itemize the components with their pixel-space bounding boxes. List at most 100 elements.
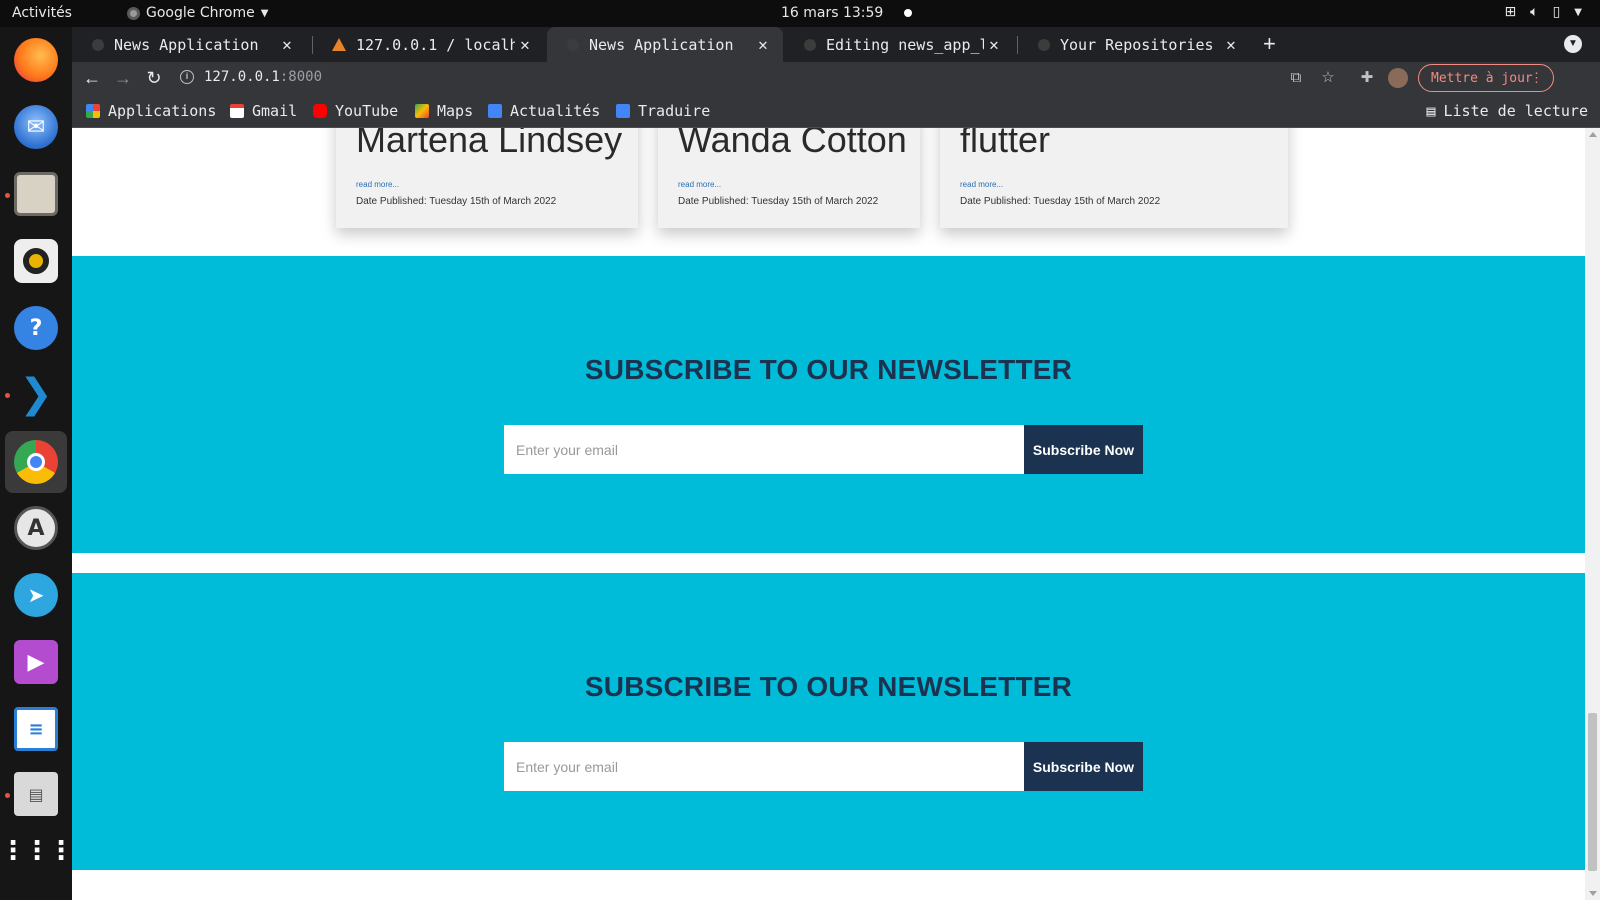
bookmark-gmail[interactable]: Gmail [230,102,297,120]
phpmyadmin-icon [332,38,346,51]
bookmark-youtube[interactable]: YouTube [313,102,398,120]
tab-title: 127.0.0.1 / localho [356,35,515,54]
news-card[interactable]: Martena Lindsey read more... Date Publis… [336,128,638,228]
gmail-icon [230,104,244,118]
bookmark-label: Maps [437,102,474,120]
dock-item-help[interactable]: ? [12,304,60,352]
news-card-title: Wanda Cotton [678,128,907,160]
read-more-link[interactable]: read more... [960,180,1003,189]
subscribe-button[interactable]: Subscribe Now [1024,742,1143,791]
url-port: :8000 [279,69,323,85]
scrollbar-thumb[interactable] [1588,713,1597,871]
bookmark-maps[interactable]: Maps [415,102,473,120]
tab-phpmyadmin[interactable]: 127.0.0.1 / localho ✕ [312,27,545,62]
update-button-label: Mettre à jour [1431,70,1533,86]
dock-item-document-viewer[interactable]: ▤ [12,770,60,818]
close-icon[interactable]: ✕ [984,35,1004,54]
github-icon [804,38,816,51]
email-input[interactable]: Enter your email [504,425,1024,474]
dock-item-software[interactable]: A [12,504,60,552]
volume-icon: 🔈︎ [1530,4,1539,20]
dock-item-firefox[interactable] [12,36,60,84]
close-icon[interactable]: ✕ [753,35,773,54]
news-card[interactable]: Wanda Cotton read more... Date Published… [658,128,920,228]
bookmark-star-icon[interactable]: ☆ [1319,69,1337,87]
tab-strip: News Application ✕ 127.0.0.1 / localho ✕… [72,27,1600,62]
dock-item-videos[interactable]: ▶ [12,638,60,686]
back-button[interactable]: ← [80,66,104,90]
tab-title: Editing news_app_la [826,35,984,54]
dock-item-files[interactable] [12,170,60,218]
news-card[interactable]: flutter read more... Date Published: Tue… [940,128,1288,228]
scroll-up-arrow-icon[interactable] [1589,132,1597,137]
news-card-date: Date Published: Tuesday 15th of March 20… [678,196,879,207]
profile-avatar[interactable] [1388,68,1408,88]
site-info-icon[interactable]: i [180,70,194,84]
reading-list-label: Liste de lecture [1443,102,1589,120]
bookmark-applications[interactable]: Applications [86,102,216,120]
new-tab-button[interactable]: + [1263,31,1276,57]
dock: ✉ ? ❯ A ➤ ▶ ≡ ▤ ⋮⋮⋮ [0,27,74,900]
reading-list-button[interactable]: ▤ Liste de lecture [1426,102,1588,120]
update-button[interactable]: Mettre à jour ⋮ [1418,64,1554,92]
rhythmbox-icon [14,239,58,283]
system-tray[interactable]: ⊞ 🔈︎ ▯ ▼ [1504,4,1582,22]
dock-item-vscode[interactable]: ❯ [12,370,60,418]
bookmark-label: Actualités [510,102,601,120]
tab-your-repositories[interactable]: Your Repositories ✕ [1018,27,1251,62]
subscribe-button[interactable]: Subscribe Now [1024,425,1143,474]
chrome-icon [14,440,58,484]
page-scrollbar[interactable] [1585,128,1600,900]
page-viewport: Martena Lindsey read more... Date Publis… [72,128,1585,900]
show-applications-button[interactable]: ⋮⋮⋮ [0,827,74,875]
close-icon[interactable]: ✕ [515,35,535,54]
dock-item-telegram[interactable]: ➤ [12,571,60,619]
scroll-down-arrow-icon[interactable] [1589,891,1597,896]
chrome-icon [127,6,140,20]
reading-list-icon: ▤ [1426,102,1436,120]
newsletter-heading: SUBSCRIBE TO OUR NEWSLETTER [584,354,1073,385]
forward-button[interactable]: → [111,66,135,90]
close-icon[interactable]: ✕ [1221,35,1241,54]
newsletter-section: SUBSCRIBE TO OUR NEWSLETTER Enter your e… [72,573,1585,870]
dock-item-rhythmbox[interactable] [12,237,60,285]
reload-button[interactable]: ↻ [142,66,166,90]
app-menu[interactable]: Google Chrome ▼ [127,5,268,21]
running-indicator [5,793,10,798]
read-more-link[interactable]: read more... [356,180,399,189]
apps-grid-icon [86,104,100,118]
dock-item-thunderbird[interactable]: ✉ [12,103,60,151]
address-bar[interactable]: i 127.0.0.1 :8000 [180,62,1400,92]
extensions-icon[interactable]: ✚ [1358,69,1376,87]
email-input[interactable]: Enter your email [504,742,1024,791]
tab-news-application-1[interactable]: News Application ✕ [72,27,307,62]
close-icon[interactable]: ✕ [277,35,297,54]
more-menu-icon[interactable]: ⋮ [1530,71,1543,86]
bookmark-label: Traduire [638,102,711,120]
bookmark-label: Gmail [252,102,298,120]
tab-news-application-2[interactable]: News Application ✕ [547,27,783,62]
dock-item-writer[interactable]: ≡ [12,705,60,753]
network-icon: ⊞ [1504,4,1517,20]
translate-icon[interactable]: ⧉ [1287,69,1305,87]
translate-icon [616,104,630,118]
bookmark-actualites[interactable]: Actualités [488,102,600,120]
notification-dot [904,9,912,17]
tab-search-icon[interactable]: ▼ [1564,35,1582,53]
newsletter-section: SUBSCRIBE TO OUR NEWSLETTER Enter your e… [72,256,1585,553]
activities-button[interactable]: Activités [12,5,72,21]
vscode-icon: ❯ [19,371,53,417]
url-host: 127.0.0.1 [204,69,280,85]
dock-item-chrome[interactable] [5,431,67,493]
maps-icon [415,104,429,118]
videos-icon: ▶ [14,640,58,684]
news-card-date: Date Published: Tuesday 15th of March 20… [960,196,1161,207]
files-icon [14,172,58,216]
clock[interactable]: 16 mars 13:59 [781,5,883,21]
tab-editing-news-app[interactable]: Editing news_app_la ✕ [784,27,1014,62]
tab-title: News Application [114,35,259,54]
read-more-link[interactable]: read more... [678,180,721,189]
help-icon: ? [14,306,58,350]
bookmark-traduire[interactable]: Traduire [616,102,710,120]
browser-toolbar: ← → ↻ i 127.0.0.1 :8000 ⧉ ☆ ✚ Mettre à j… [72,62,1600,94]
